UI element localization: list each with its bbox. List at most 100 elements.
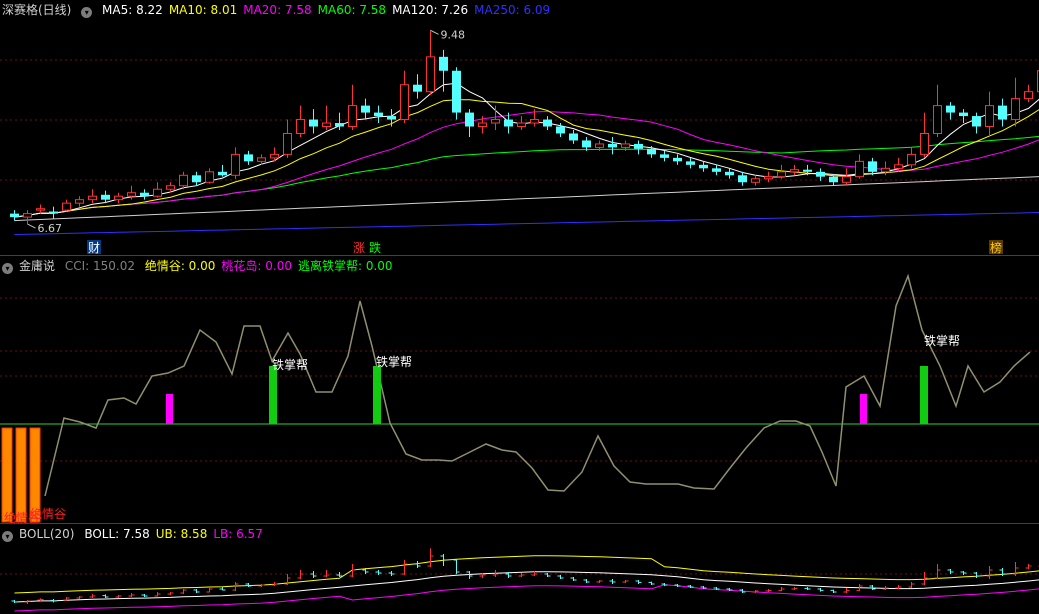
ma-legend: MA5: 8.22 MA10: 8.01 MA20: 7.58 MA60: 7.58 M… (102, 3, 556, 17)
price-panel[interactable]: 深赛格(日线) ▾ MA5: 8.22 MA10: 8.01 MA20: 7.58 M… (0, 0, 1039, 256)
candle-down (335, 123, 344, 127)
candle-up (296, 119, 305, 134)
candle-up (348, 105, 357, 128)
candle-down (946, 105, 955, 113)
candle-down (543, 119, 552, 127)
marker-text: 跌 (369, 240, 381, 255)
candle-up (426, 56, 435, 93)
candle-down (972, 116, 981, 127)
candle-up (62, 202, 71, 211)
candle-down (192, 175, 201, 183)
candle-up (478, 122, 487, 128)
marker-text: 榜 (990, 240, 1002, 255)
ma120-line (14, 176, 1039, 222)
candle-up (1024, 91, 1033, 100)
ma-label-3: MA60: 7.58 (317, 3, 387, 17)
indicator-values: 绝情谷: 0.00 桃花岛: 0.00 逃离铁掌帮: 0.00 (145, 259, 399, 273)
indicator-chart[interactable]: 铁掌帮 铁掌帮铁掌帮绝情谷绝情谷 (0, 256, 1039, 524)
candle-down (244, 154, 253, 162)
price-legend: 深赛格(日线) ▾ MA5: 8.22 MA10: 8.01 MA20: 7.58 M… (2, 2, 562, 18)
boll-panel[interactable]: ▾ BOLL(20) BOLL: 7.58 UB: 8.58 LB: 6.57 (0, 524, 1039, 614)
indicator-label-1: 桃花岛: 0.00 (221, 259, 292, 273)
candle-up (491, 119, 500, 124)
ma-label-4: MA120: 7.26 (392, 3, 469, 17)
boll-toggle-icon[interactable]: ▾ (2, 531, 13, 542)
tiezhangbang-bar (373, 366, 381, 424)
candle-up (88, 195, 97, 201)
indicator-panel[interactable]: ▾ 金庸说 CCI: 150.02 绝情谷: 0.00 桃花岛: 0.00 逃离铁掌帮… (0, 256, 1039, 524)
candle-up (842, 176, 851, 183)
candle-down (998, 105, 1007, 120)
boll-values: BOLL: 7.58 UB: 8.58 LB: 6.57 (84, 527, 269, 541)
candle-up (270, 153, 279, 159)
candle-down (218, 171, 227, 176)
candle-down (361, 105, 370, 113)
candle-up (283, 132, 292, 155)
candle-up (777, 171, 786, 178)
indicator-label-2: 逃离铁掌帮: 0.00 (297, 259, 393, 273)
candle-up (751, 178, 760, 183)
ma-label-1: MA10: 8.01 (168, 3, 238, 17)
jueqinggu-bar (15, 427, 27, 523)
candle-down (569, 133, 578, 141)
tiezhangbang-label: 铁掌帮 (924, 334, 960, 348)
ma10-line (14, 99, 1039, 218)
candle-down (673, 157, 682, 162)
candle-down (660, 154, 669, 158)
indicator-toggle-icon[interactable]: ▾ (2, 263, 13, 274)
candle-up (517, 122, 526, 128)
high-price-label: 9.48 (441, 28, 466, 41)
candle-down (413, 84, 422, 92)
candle-down (959, 112, 968, 117)
candle-down (504, 119, 513, 127)
candle-up (855, 160, 864, 178)
candle-up (166, 185, 175, 190)
stock-title: 深赛格(日线) (2, 3, 72, 17)
candle-up (933, 105, 942, 134)
candle-down (387, 116, 396, 120)
marker-text: 涨 (353, 240, 365, 255)
candle-down (556, 126, 565, 134)
candle-up (985, 105, 994, 128)
candle-up (205, 171, 214, 183)
candle-down (699, 164, 708, 169)
candle-down (803, 169, 812, 172)
ma-label-0: MA5: 8.22 (102, 3, 163, 17)
candle-up (257, 157, 266, 162)
candle-down (309, 119, 318, 127)
candle-up (322, 122, 331, 128)
candle-up (75, 199, 84, 204)
candle-down (816, 171, 825, 177)
candle-down (465, 112, 474, 127)
candle-up (621, 143, 630, 148)
candle-up (231, 153, 240, 176)
candle-up (127, 192, 136, 197)
marker-text: 财 (88, 241, 100, 255)
candle-up (920, 132, 929, 155)
candle-up (23, 213, 32, 218)
boll-legend: ▾ BOLL(20) BOLL: 7.58 UB: 8.58 LB: 6.57 (2, 526, 275, 542)
candle-down (49, 211, 58, 214)
indicator-title: 金庸说 (19, 259, 56, 273)
candle-up (36, 208, 45, 211)
candle-down (712, 168, 721, 172)
candle-up (153, 188, 162, 197)
tiezhangbang-bar (920, 366, 928, 424)
ma250-line (14, 212, 1039, 235)
candle-down (582, 140, 591, 148)
ma60-line (14, 135, 1039, 218)
jueqinggu-label-under: 绝情谷 (4, 510, 40, 524)
candle-down (725, 171, 734, 176)
candle-up (894, 164, 903, 169)
settings-toggle-icon[interactable]: ▾ (81, 7, 93, 18)
candle-down (868, 161, 877, 172)
ma-label-2: MA20: 7.58 (243, 3, 312, 17)
candle-down (439, 56, 448, 71)
candle-up (530, 119, 539, 124)
tiezhangbang-bar (269, 366, 277, 424)
candlestick-chart[interactable]: 9.48 6.67 财 涨跌 榜 (0, 0, 1039, 256)
boll-title: BOLL(20) (19, 527, 75, 541)
ma-label-5: MA250: 6.09 (474, 3, 551, 17)
candle-down (647, 148, 656, 155)
taohuadao-bar (860, 394, 867, 424)
